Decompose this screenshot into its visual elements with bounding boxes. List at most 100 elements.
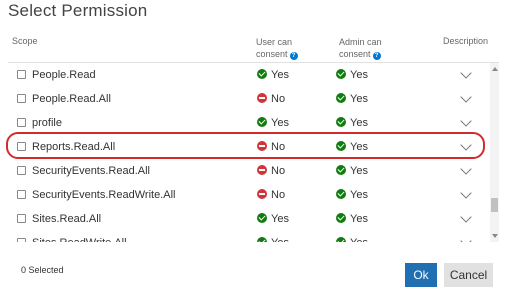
admin-consent-cell: Yes (336, 213, 368, 225)
description-column-header: Description (443, 36, 489, 46)
permission-checkbox[interactable] (17, 70, 26, 79)
check-circle-icon (257, 69, 267, 79)
admin-consent-value: Yes (350, 93, 368, 105)
permission-checkbox[interactable] (17, 238, 26, 242)
permission-checkbox[interactable] (17, 142, 26, 151)
blocked-icon (257, 189, 267, 199)
chevron-down-icon[interactable] (460, 139, 472, 151)
scope-name: Reports.Read.All (32, 141, 116, 153)
admin-consent-value: Yes (350, 213, 368, 225)
user-consent-cell: No (257, 141, 285, 153)
admin-consent-cell: Yes (336, 93, 368, 105)
user-consent-cell: No (257, 93, 285, 105)
check-circle-icon (257, 237, 267, 242)
user-consent-header-line2: consent (256, 49, 288, 59)
admin-consent-value: Yes (350, 189, 368, 201)
check-circle-icon (336, 165, 346, 175)
permission-row[interactable]: People.Read Yes Yes (8, 63, 499, 87)
user-consent-value: Yes (271, 117, 289, 129)
user-consent-cell: Yes (257, 117, 289, 129)
admin-consent-cell: Yes (336, 117, 368, 129)
permission-list[interactable]: People.Read Yes Yes People.Read.All No Yes pro… (8, 62, 499, 242)
permission-checkbox[interactable] (17, 94, 26, 103)
permission-row[interactable]: SecurityEvents.ReadWrite.All No Yes (8, 183, 499, 207)
permission-row[interactable]: profile Yes Yes (8, 111, 499, 135)
vertical-scrollbar[interactable] (490, 63, 499, 242)
check-circle-icon (336, 93, 346, 103)
admin-consent-value: Yes (350, 237, 368, 242)
scrollbar-thumb[interactable] (491, 198, 498, 212)
check-circle-icon (336, 213, 346, 223)
scope-column-header: Scope (12, 36, 38, 46)
chevron-down-icon[interactable] (460, 211, 472, 223)
scope-name: SecurityEvents.ReadWrite.All (32, 189, 176, 201)
user-consent-header-line1: User can (256, 37, 293, 47)
chevron-down-icon[interactable] (460, 67, 472, 79)
user-consent-value: No (271, 165, 286, 177)
user-consent-column-header: User can consent? (256, 36, 298, 60)
admin-consent-column-header: Admin can consent? (339, 36, 382, 60)
user-consent-value: No (271, 189, 286, 201)
scope-name: Sites.ReadWrite.All (32, 237, 127, 242)
admin-consent-cell: Yes (336, 189, 368, 201)
chevron-down-icon[interactable] (460, 163, 472, 175)
user-consent-value: No (271, 141, 286, 153)
admin-consent-value: Yes (350, 141, 368, 153)
check-circle-icon (257, 117, 267, 127)
permission-checkbox[interactable] (17, 214, 26, 223)
permission-row[interactable]: Sites.ReadWrite.All Yes Yes (8, 231, 499, 242)
user-consent-value: Yes (271, 69, 289, 81)
check-circle-icon (336, 69, 346, 79)
admin-consent-cell: Yes (336, 141, 368, 153)
check-circle-icon (336, 141, 346, 151)
ok-button[interactable]: Ok (405, 263, 437, 287)
check-circle-icon (336, 189, 346, 199)
blocked-icon (257, 141, 267, 151)
user-consent-value: Yes (271, 213, 289, 225)
admin-consent-value: Yes (350, 117, 368, 129)
admin-consent-header-line1: Admin can (339, 37, 382, 47)
check-circle-icon (257, 213, 267, 223)
selected-count: 0 Selected (21, 265, 64, 275)
permission-checkbox[interactable] (17, 118, 26, 127)
admin-consent-cell: Yes (336, 165, 368, 177)
dialog-title: Select Permission (8, 1, 148, 20)
user-consent-cell: Yes (257, 69, 289, 81)
help-icon[interactable]: ? (289, 52, 298, 60)
blocked-icon (257, 93, 267, 103)
permission-checkbox[interactable] (17, 166, 26, 175)
admin-consent-value: Yes (350, 69, 368, 81)
scroll-down-arrow-icon[interactable] (490, 232, 499, 240)
user-consent-value: Yes (271, 237, 289, 242)
permission-checkbox[interactable] (17, 190, 26, 199)
user-consent-cell: Yes (257, 237, 289, 242)
cancel-button[interactable]: Cancel (444, 263, 493, 287)
blocked-icon (257, 165, 267, 175)
user-consent-value: No (271, 93, 286, 105)
user-consent-cell: No (257, 165, 285, 177)
check-circle-icon (336, 237, 346, 242)
permission-row[interactable]: Reports.Read.All No Yes (8, 135, 499, 159)
user-consent-cell: Yes (257, 213, 289, 225)
admin-consent-header-line2: consent (339, 49, 371, 59)
scope-name: People.Read (32, 69, 96, 81)
scope-name: People.Read.All (32, 93, 111, 105)
permission-row[interactable]: Sites.Read.All Yes Yes (8, 207, 499, 231)
chevron-down-icon[interactable] (460, 187, 472, 199)
column-headers: Scope User can consent? Admin can consen… (0, 34, 507, 62)
permission-row[interactable]: People.Read.All No Yes (8, 87, 499, 111)
scope-name: Sites.Read.All (32, 213, 102, 225)
scope-name: SecurityEvents.Read.All (32, 165, 150, 177)
admin-consent-value: Yes (350, 165, 368, 177)
check-circle-icon (336, 117, 346, 127)
chevron-down-icon[interactable] (460, 91, 472, 103)
chevron-down-icon[interactable] (460, 235, 472, 242)
chevron-down-icon[interactable] (460, 115, 472, 127)
permission-row[interactable]: SecurityEvents.Read.All No Yes (8, 159, 499, 183)
help-icon[interactable]: ? (372, 52, 381, 60)
scope-name: profile (32, 117, 62, 129)
admin-consent-cell: Yes (336, 69, 368, 81)
user-consent-cell: No (257, 189, 285, 201)
scroll-up-arrow-icon[interactable] (490, 65, 499, 73)
admin-consent-cell: Yes (336, 237, 368, 242)
